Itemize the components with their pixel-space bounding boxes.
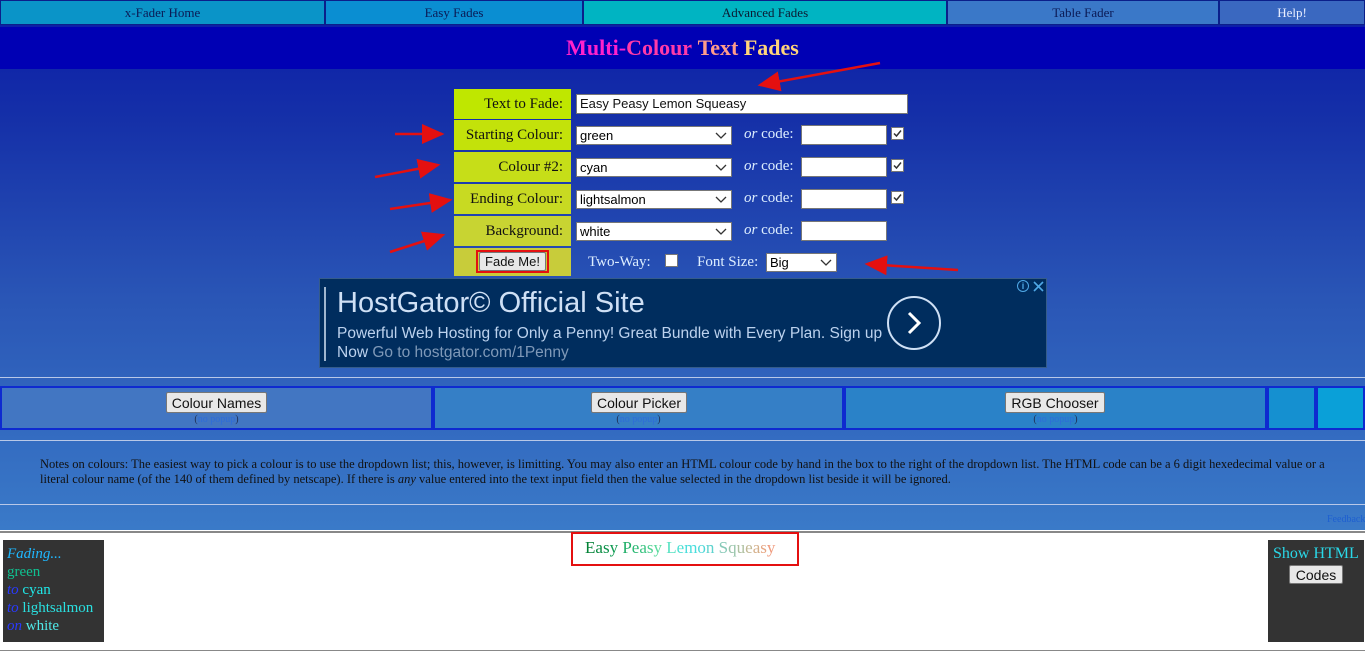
fade-letter: S xyxy=(718,538,729,557)
ad-body: Powerful Web Hosting for Only a Penny! G… xyxy=(337,324,887,362)
colour-picker-button[interactable]: Colour Picker xyxy=(591,392,687,413)
ad-arrow-button[interactable] xyxy=(887,296,941,350)
fade-letter: y xyxy=(609,538,619,557)
chevron-right-icon xyxy=(907,311,922,335)
fade-letter: y xyxy=(766,538,776,557)
colour-picker-cell: Colour Picker (no popup) xyxy=(433,386,844,430)
fade-preview-text: Easy Peasy Lemon Squeasy xyxy=(585,538,775,558)
fade-letter: a xyxy=(639,538,647,557)
empty-cell-2 xyxy=(1316,386,1365,430)
colour-notes: Notes on colours: The easiest way to pic… xyxy=(40,457,1325,486)
fade-letter: E xyxy=(585,538,596,557)
divider-middle xyxy=(0,440,1365,441)
fade-letter: a xyxy=(595,538,603,557)
colour-picker-no-popup-link[interactable]: no popup xyxy=(620,414,658,425)
summary-on: on white xyxy=(7,618,60,634)
divider-lower xyxy=(0,504,1365,505)
rgb-chooser-button[interactable]: RGB Chooser xyxy=(1005,392,1105,413)
colour-tools-row: Colour Names (no popup) Colour Picker (n… xyxy=(0,386,1365,430)
annotation-arrows xyxy=(374,61,959,276)
arrow-to-background xyxy=(389,231,446,254)
fade-letter: L xyxy=(666,538,677,557)
rgb-chooser-no-popup-link[interactable]: no popup xyxy=(1037,414,1075,425)
ad-info-icon[interactable]: i xyxy=(1017,280,1029,292)
summary-to1: to cyan xyxy=(7,582,51,598)
fade-letter: m xyxy=(684,538,698,557)
ad-banner[interactable]: HostGator© Official Site Powerful Web Ho… xyxy=(319,278,1047,368)
codes-button[interactable]: Codes xyxy=(1289,565,1343,584)
show-html-box: Show HTML Codes xyxy=(1268,540,1364,642)
summary-from: green xyxy=(7,564,41,580)
colour-names-no-popup: (no popup) xyxy=(194,414,239,425)
rgb-chooser-cell: RGB Chooser (no popup) xyxy=(844,386,1267,430)
fade-letter: s xyxy=(760,538,767,557)
result-bottom-rule xyxy=(0,650,1365,651)
fade-letter: P xyxy=(622,538,632,557)
colour-names-button[interactable]: Colour Names xyxy=(166,392,267,413)
empty-cell-1 xyxy=(1267,386,1316,430)
fade-letter: s xyxy=(602,538,610,557)
arrow-to-font-size xyxy=(864,255,959,276)
notes-emphasis: any xyxy=(397,472,416,486)
ad-left-bar xyxy=(324,287,326,361)
colour-picker-no-popup: (no popup) xyxy=(616,414,661,425)
summary-to2: to lightsalmon xyxy=(7,600,94,616)
arrow-to-ending-colour xyxy=(389,193,453,213)
divider-upper xyxy=(0,377,1365,378)
colour-names-cell: Colour Names (no popup) xyxy=(0,386,433,430)
arrow-to-title xyxy=(757,61,881,92)
arrow-to-colour2 xyxy=(374,158,441,179)
rgb-chooser-no-popup: (no popup) xyxy=(1033,414,1078,425)
show-html-label: Show HTML xyxy=(1273,545,1359,562)
fade-letter: e xyxy=(745,538,753,557)
feedback-link[interactable]: Feedback xyxy=(1327,514,1365,525)
fade-letter: y xyxy=(653,538,663,557)
ad-headline[interactable]: HostGator© Official Site xyxy=(337,287,645,320)
ad-close-icon[interactable] xyxy=(1033,281,1044,292)
summary-fading: Fading... xyxy=(7,546,62,562)
fade-letter: o xyxy=(697,538,706,557)
colour-names-no-popup-link[interactable]: no popup xyxy=(198,414,236,425)
fade-letter: s xyxy=(646,538,654,557)
fade-summary-box: Fading... green to cyan to lightsalmon o… xyxy=(3,540,104,642)
fade-letter: q xyxy=(728,538,737,557)
fade-letter: u xyxy=(736,538,746,557)
ad-link[interactable]: Go to hostgator.com/1Penny xyxy=(372,344,568,361)
